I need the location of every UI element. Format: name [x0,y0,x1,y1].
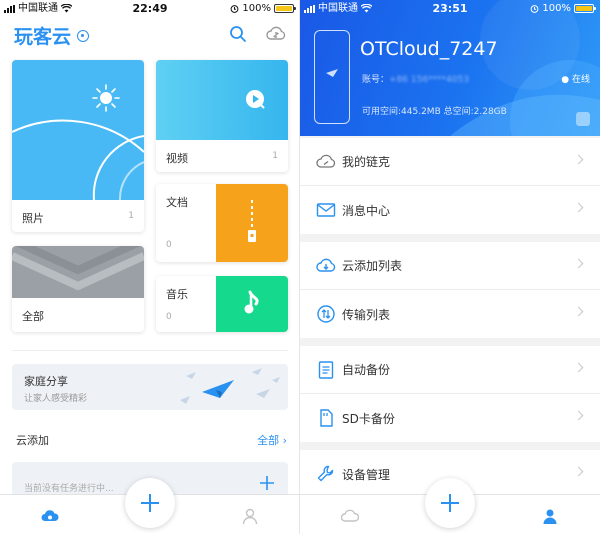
paper-plane-icon [180,368,280,404]
menu-group-1: 我的链克 消息中心 [300,138,600,234]
tab-profile-icon[interactable] [541,507,559,525]
add-fab-button[interactable] [125,478,175,528]
plane-logo-icon [326,69,338,77]
cloud-link-icon [316,154,336,168]
sd-card-icon [320,409,333,427]
all-files-card[interactable]: 全部 [12,246,144,332]
battery-icon [274,4,296,13]
music-count: 0 [166,312,172,322]
docs-count: 0 [166,240,172,250]
status-right: 100% [230,0,296,17]
device-icon [314,30,350,124]
transfer-icon [317,305,335,323]
document-icon [318,361,334,379]
plus-icon [141,494,159,512]
menu-group-2: 云添加列表 传输列表 [300,242,600,338]
menu-sd-backup-label: SD卡备份 [342,411,395,426]
device-header: 中国联通 23:51 100% OTCloud_7247 账号：+86 156*… [300,0,600,136]
mail-icon [316,203,336,217]
docs-illustration [216,184,288,262]
chevron-right-icon [573,410,584,421]
battery-percent: 100% [242,3,271,14]
menu-sd-backup[interactable]: SD卡备份 [300,394,600,442]
music-label: 音乐 [166,288,188,301]
menu-cloud-add-list[interactable]: 云添加列表 [300,242,600,290]
cloud-add-all-link[interactable]: 全部 › [257,432,287,448]
videos-illustration [156,60,288,140]
photos-illustration [12,60,144,200]
menu-messages[interactable]: 消息中心 [300,186,600,234]
divider [12,350,288,351]
cloud-add-all-label: 全部 [257,434,280,447]
family-share-title: 家庭分享 [24,375,68,388]
chevron-right-icon: › [282,434,287,447]
family-share-banner[interactable]: 家庭分享 让家人感受精彩 [12,364,288,410]
online-status: ● 在线 [561,75,590,85]
photos-card[interactable]: 照片 1 [12,60,144,232]
cloud-download-icon [316,258,336,272]
online-label: 在线 [571,75,590,85]
app-title: 玩客云 [14,22,90,49]
account-label: 账号： [362,75,390,85]
device-name: OTCloud_7247 [360,38,498,60]
tab-home-icon[interactable] [341,507,359,525]
menu-my-links-label: 我的链克 [342,155,391,169]
menu-my-links[interactable]: 我的链克 [300,138,600,186]
add-task-icon[interactable] [260,476,274,490]
docs-card[interactable]: 文档 0 [156,184,288,262]
photos-label: 照片 [22,212,44,225]
menu-auto-backup-label: 自动备份 [342,363,391,377]
music-note-icon [244,290,259,314]
family-share-subtitle: 让家人感受精彩 [24,394,88,404]
cloud-add-title: 云添加 [16,434,49,447]
chevron-right-icon [573,306,584,317]
tab-home-icon[interactable] [41,507,59,525]
app-title-text: 玩客云 [14,26,72,48]
wrench-icon [317,465,334,482]
search-icon[interactable] [228,24,248,44]
chevron-right-icon [573,362,584,373]
music-card[interactable]: 音乐 0 [156,276,288,332]
status-right: 100% [530,0,596,17]
menu-auto-backup[interactable]: 自动备份 [300,346,600,394]
battery-percent: 100% [542,3,571,14]
alarm-icon [231,5,239,13]
account-row: 账号：+86 156****4053 [362,72,469,85]
status-bar: 中国联通 23:51 100% [300,0,600,17]
menu-group-3: 自动备份 SD卡备份 [300,346,600,442]
task-empty-text: 当前没有任务进行中... [24,484,114,494]
videos-card[interactable]: 视频 1 [156,60,288,172]
me-screen: 中国联通 23:51 100% OTCloud_7247 账号：+86 156*… [300,0,600,534]
music-illustration [216,276,288,332]
all-files-label: 全部 [22,310,44,323]
storage-info: 可用空间:445.2MB 总空间:2.28GB [362,107,507,117]
all-files-illustration [12,246,144,298]
videos-label: 视频 [166,152,188,165]
status-bar: 中国联通 22:49 100% [0,0,299,17]
videos-count: 1 [272,151,278,161]
chevron-right-icon [573,466,584,477]
photos-count: 1 [128,211,134,221]
play-icon [246,90,265,109]
battery-icon [574,4,596,13]
chevron-right-icon [573,258,584,269]
alarm-icon [531,5,539,13]
account-value: +86 156****4053 [389,75,469,85]
device-signal-icon[interactable] [77,29,90,42]
home-screen: 中国联通 22:49 100% 玩客云 照片 1 视频 1 全部 文档 0 音乐… [0,0,300,534]
cloud-link-icon[interactable] [266,24,286,44]
plus-icon [441,494,459,512]
menu-transfer-list[interactable]: 传输列表 [300,290,600,338]
chevron-right-icon [573,154,584,165]
tab-profile-icon[interactable] [241,507,259,525]
menu-transfer-list-label: 传输列表 [342,307,391,322]
add-fab-button[interactable] [425,478,475,528]
menu-messages-label: 消息中心 [342,203,391,218]
menu-device-manage-label: 设备管理 [342,467,391,482]
chevron-right-icon [573,202,584,213]
zip-icon [248,200,256,242]
menu-cloud-add-list-label: 云添加列表 [342,259,403,273]
sun-icon [12,84,144,200]
docs-label: 文档 [166,196,188,209]
